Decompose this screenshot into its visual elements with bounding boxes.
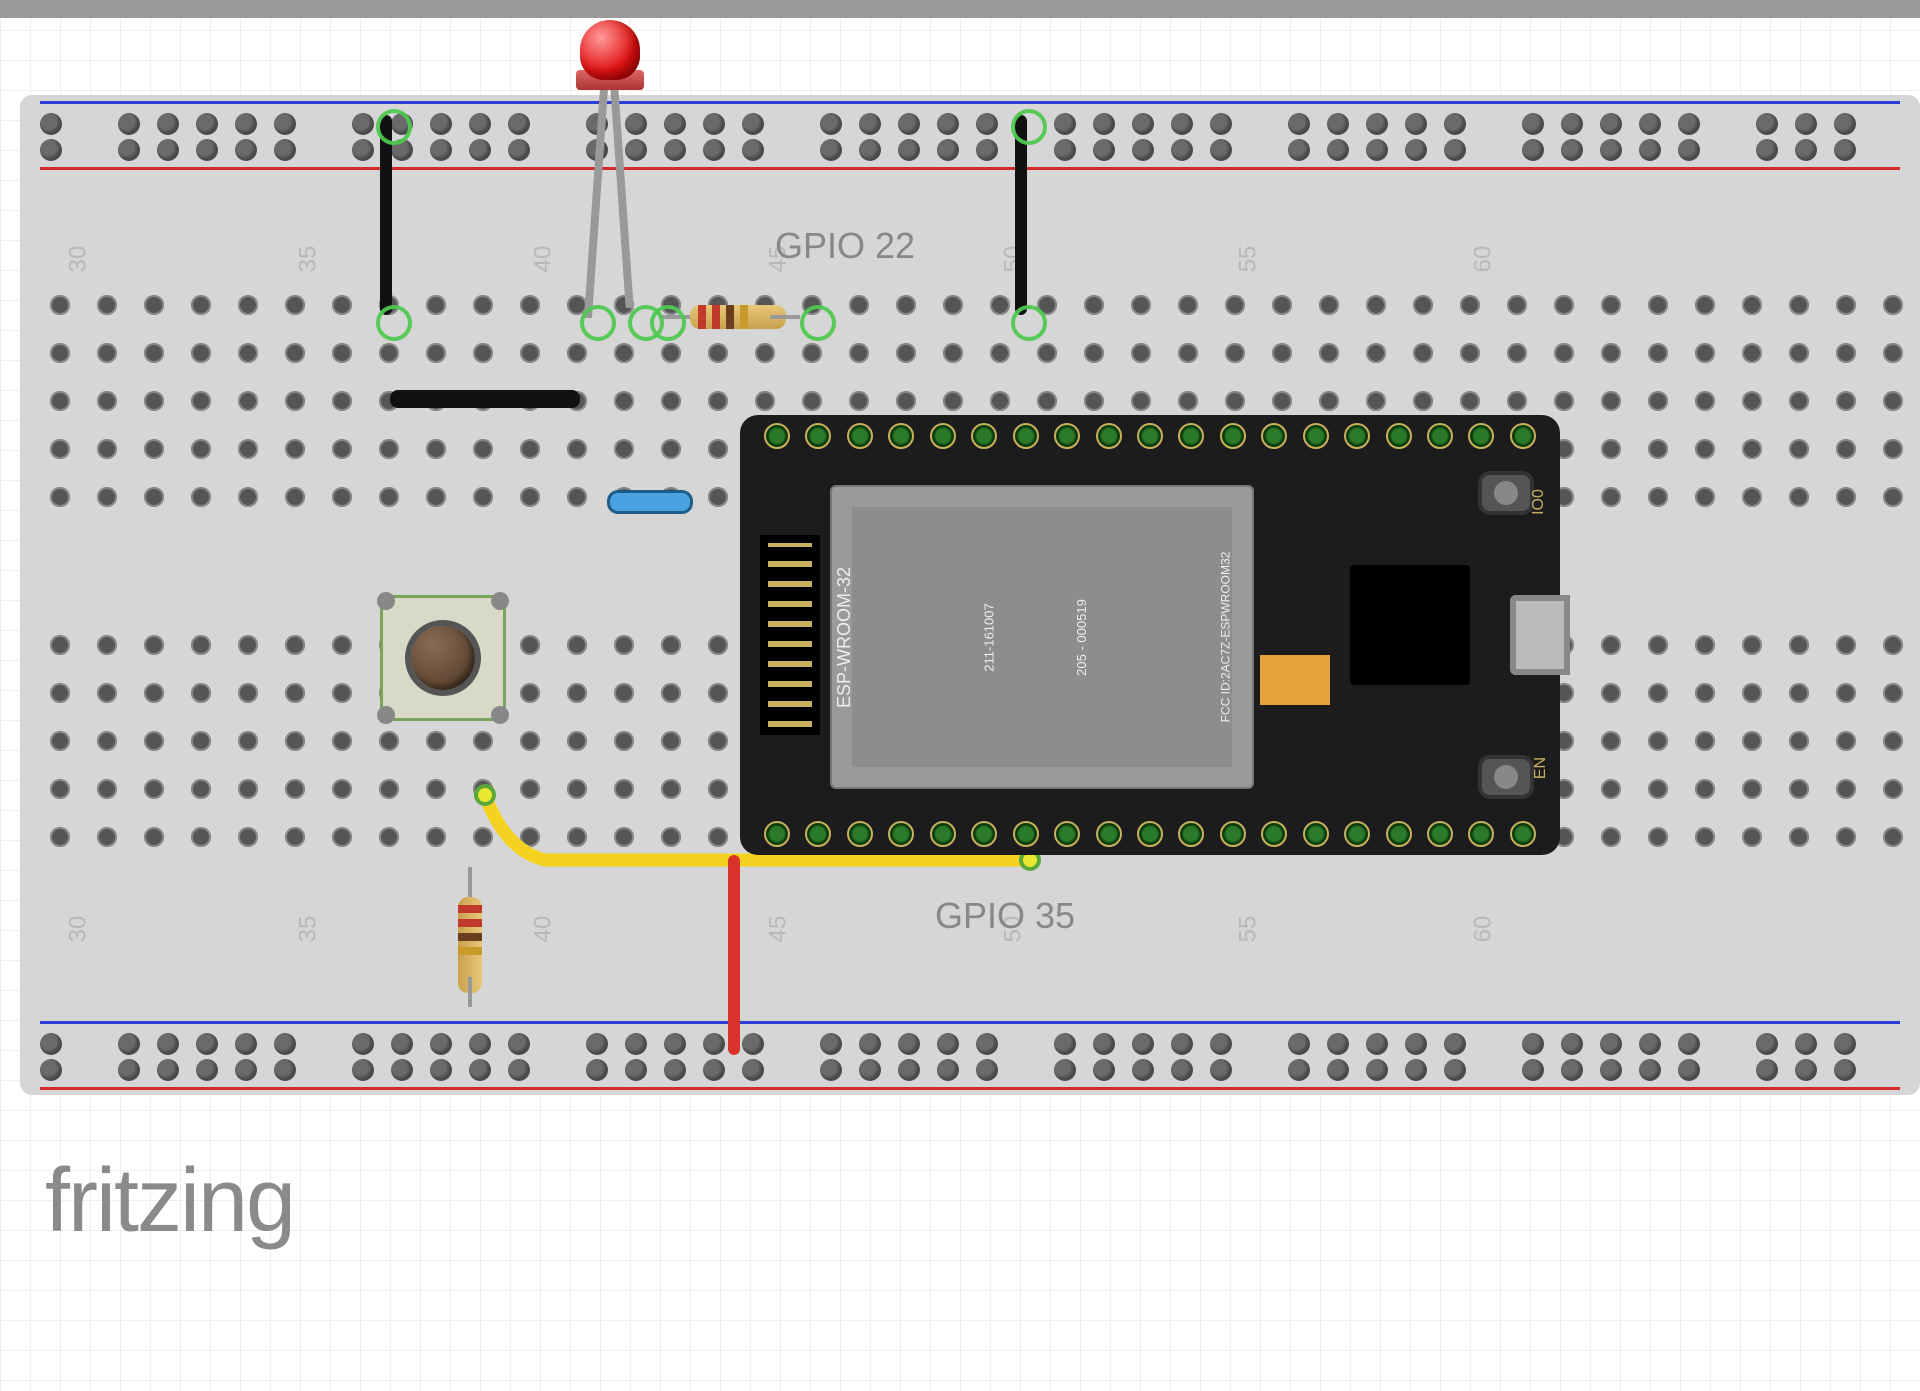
wire-black-short[interactable] bbox=[390, 390, 580, 408]
rail-top-row2 bbox=[40, 139, 1900, 161]
esp32-pins-bottom bbox=[764, 821, 1536, 847]
resistor-top[interactable] bbox=[660, 305, 800, 329]
resistor-lead bbox=[468, 867, 472, 897]
col-num-40-bot: 40 bbox=[529, 916, 557, 943]
col-num-55-bot: 55 bbox=[1234, 916, 1262, 943]
rail-top-negative bbox=[40, 101, 1900, 104]
resistor-band bbox=[712, 305, 720, 329]
button-pin bbox=[491, 592, 509, 610]
button-cap bbox=[411, 626, 475, 690]
micro-usb-port bbox=[1510, 595, 1570, 675]
resistor-band bbox=[740, 305, 748, 329]
col-num-35-bot: 35 bbox=[294, 916, 322, 943]
rail-bottom-row2 bbox=[40, 1059, 1900, 1081]
resistor-band bbox=[458, 933, 482, 941]
small-component[interactable] bbox=[610, 493, 690, 511]
resistor-bottom[interactable] bbox=[458, 867, 482, 1007]
esp32-usb-chip bbox=[1350, 565, 1470, 685]
button-pin bbox=[491, 706, 509, 724]
resistor-band bbox=[698, 305, 706, 329]
esp32-antenna bbox=[760, 535, 820, 735]
esp32-shield: ESP-WROOM-32 211-161007 205 - 000519 FCC… bbox=[830, 485, 1254, 789]
esp32-en-label: EN bbox=[1532, 757, 1550, 779]
esp32-capacitor bbox=[1260, 655, 1330, 705]
power-rail-top bbox=[20, 95, 1920, 175]
esp32-io0-button[interactable] bbox=[1482, 475, 1530, 511]
col-num-60-bot: 60 bbox=[1469, 916, 1497, 943]
led-bulb bbox=[580, 20, 640, 80]
breadboard[interactable]: 30 35 40 45 50 55 60 30 35 40 45 50 55 6… bbox=[20, 95, 1920, 1095]
resistor-band bbox=[458, 905, 482, 913]
col-num-30-bot: 30 bbox=[64, 916, 92, 943]
rail-top-positive bbox=[40, 167, 1900, 170]
rail-bottom-row1 bbox=[40, 1033, 1900, 1055]
esp32-pins-top bbox=[764, 423, 1536, 449]
resistor-band bbox=[458, 947, 482, 955]
rail-bottom-negative bbox=[40, 1021, 1900, 1024]
led-red[interactable] bbox=[570, 20, 650, 140]
resistor-lead bbox=[660, 315, 690, 319]
pushbutton[interactable] bbox=[380, 595, 506, 721]
rail-top-row1 bbox=[40, 113, 1900, 135]
fritzing-watermark: fritzing bbox=[45, 1150, 294, 1253]
esp32-en-button[interactable] bbox=[1482, 759, 1530, 795]
wire-black-right[interactable] bbox=[1015, 115, 1027, 315]
power-rail-bottom bbox=[20, 1015, 1920, 1095]
resistor-band bbox=[726, 305, 734, 329]
resistor-lead bbox=[770, 315, 800, 319]
esp32-module-name: ESP-WROOM-32 bbox=[834, 566, 855, 707]
resistor-lead bbox=[468, 977, 472, 1007]
button-pin bbox=[377, 706, 395, 724]
wire-red[interactable] bbox=[728, 855, 740, 1055]
resistor-band bbox=[458, 919, 482, 927]
col-num-45-bot: 45 bbox=[764, 916, 792, 943]
esp32-io0-label: IO0 bbox=[1530, 489, 1548, 515]
gpio22-label: GPIO 22 bbox=[775, 225, 915, 267]
esp32-cert: 211-161007 bbox=[981, 603, 996, 671]
rail-bottom-positive bbox=[40, 1087, 1900, 1090]
window-titlebar bbox=[0, 0, 1920, 18]
wire-black-left[interactable] bbox=[380, 115, 392, 315]
esp32-model: 205 - 000519 bbox=[1074, 599, 1089, 676]
esp32-devkit[interactable]: ESP-WROOM-32 211-161007 205 - 000519 FCC… bbox=[740, 415, 1560, 855]
fritzing-canvas[interactable]: 30 35 40 45 50 55 60 30 35 40 45 50 55 6… bbox=[0, 0, 1920, 1391]
button-pin bbox=[377, 592, 395, 610]
esp32-fcc: FCC ID:2AC7Z-ESPWROOM32 bbox=[1218, 552, 1232, 723]
fritzing-logo-text: fritzing bbox=[45, 1151, 294, 1251]
